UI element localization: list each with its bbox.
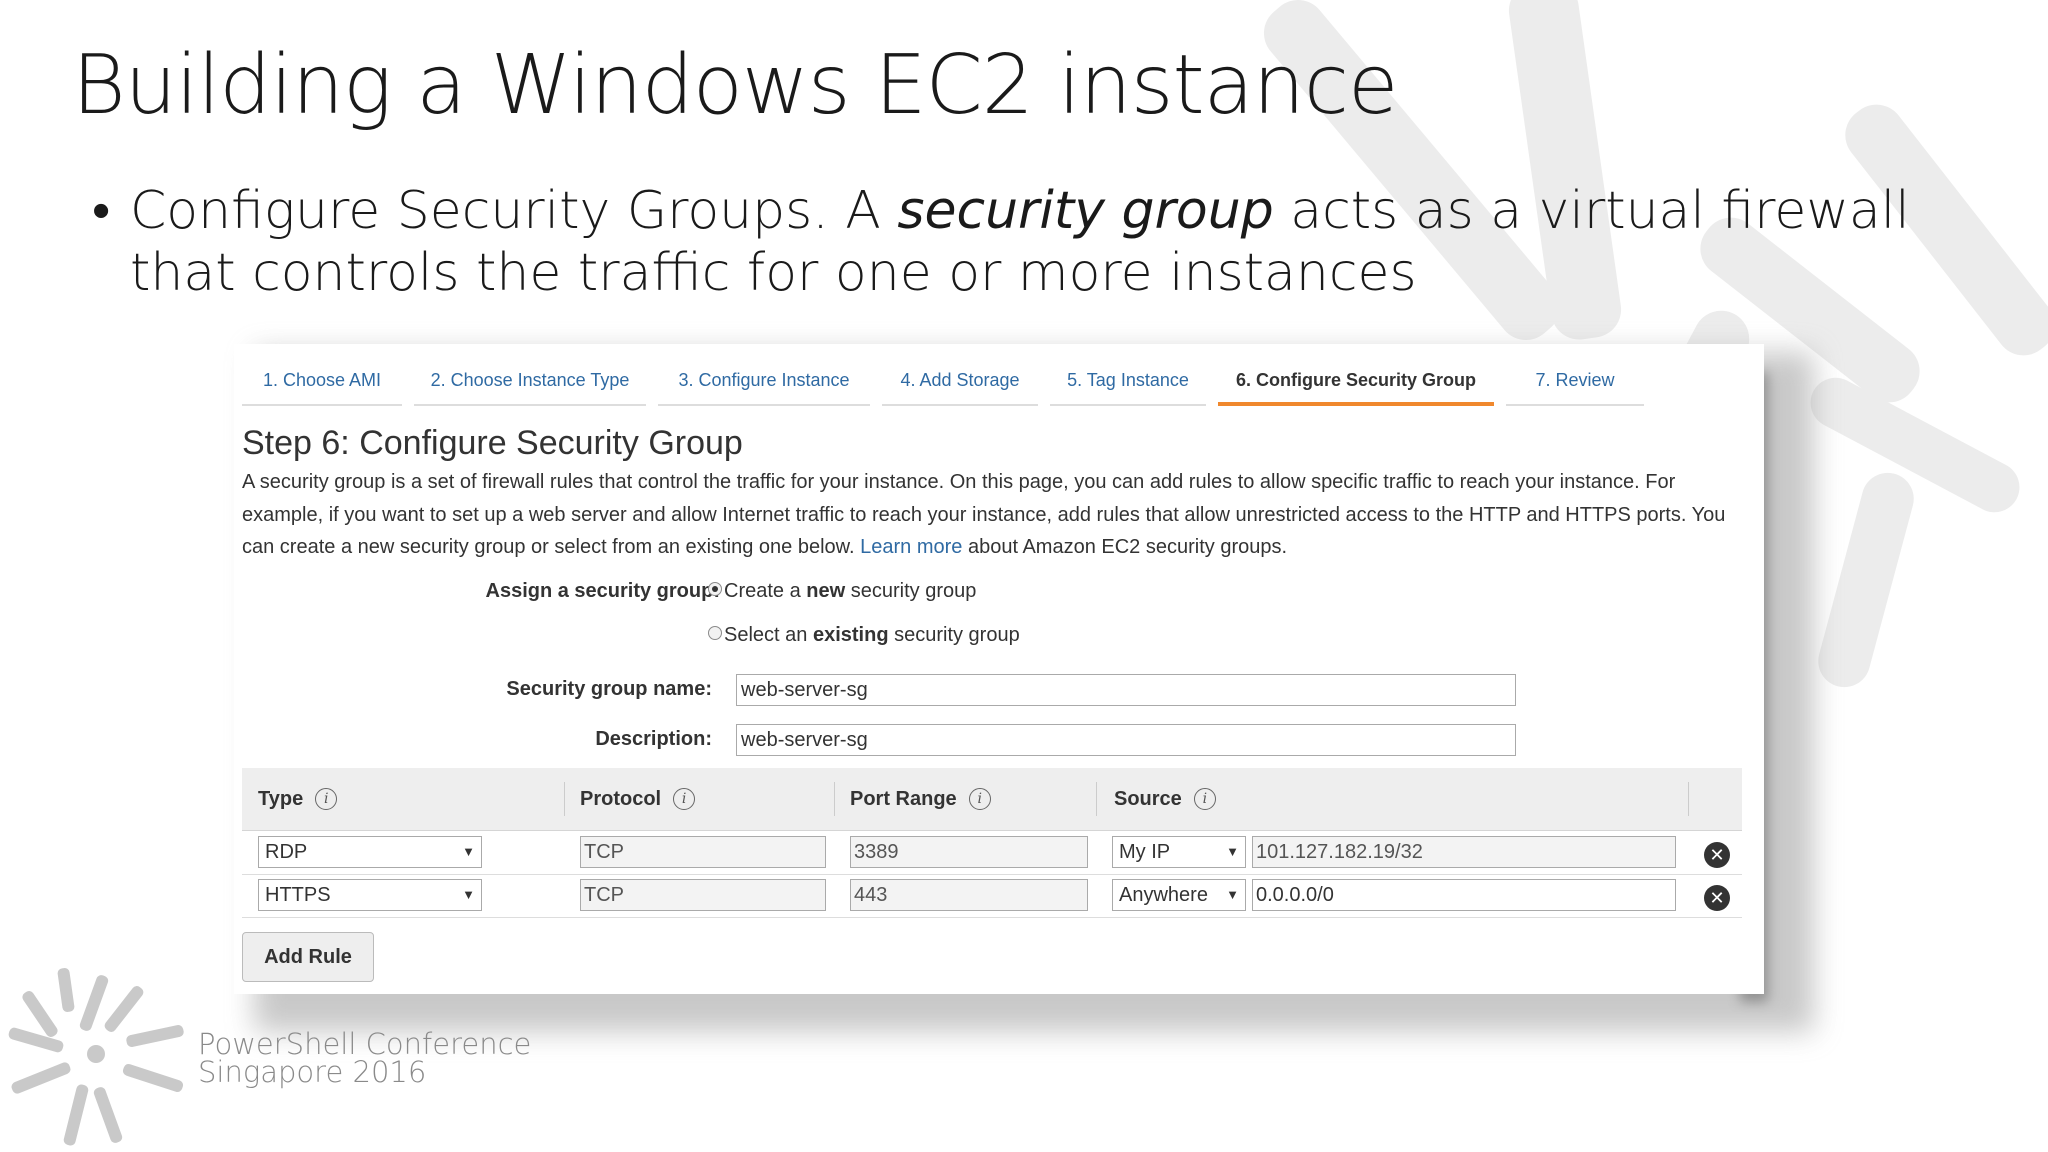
column-divider: [564, 782, 565, 816]
column-divider: [1096, 782, 1097, 816]
bullet-dot: •: [92, 181, 111, 241]
column-divider: [1688, 782, 1689, 816]
step-description: A security group is a set of firewall ru…: [242, 466, 1742, 564]
rule-port-range-field: 3389: [850, 836, 1088, 868]
slide-bullet: • Configure Security Groups. A security …: [92, 180, 1922, 304]
column-type-label: Type: [258, 788, 304, 810]
bullet-text-part: Configure Security Groups. A: [130, 181, 898, 241]
rule-source-select[interactable]: My IP ▼: [1112, 836, 1246, 868]
column-type: Type i: [258, 768, 338, 830]
conference-name: PowerShell Conference Singapore 2016: [198, 1027, 532, 1089]
tab-review[interactable]: 7. Review: [1506, 354, 1644, 406]
rule-source-value: Anywhere: [1119, 884, 1208, 906]
assign-security-group-label: Assign a security group:: [485, 580, 721, 602]
tab-tag-instance[interactable]: 5. Tag Instance: [1050, 354, 1206, 406]
radio-select-existing-button[interactable]: [708, 626, 722, 640]
slide-title: Building a Windows EC2 instance: [72, 38, 1398, 133]
radio-label-bold: new: [806, 580, 846, 602]
remove-rule-icon[interactable]: ✕: [1704, 842, 1730, 868]
description-tail: about Amazon EC2 security groups.: [967, 536, 1288, 558]
rule-type-select[interactable]: HTTPS ▼: [258, 879, 482, 911]
radio-create-new[interactable]: Create a new security group: [708, 580, 976, 603]
dropdown-arrow-icon: ▼: [1226, 844, 1239, 859]
bullet-text-italic: security group: [897, 181, 1274, 241]
rule-protocol-field: TCP: [580, 879, 826, 911]
learn-more-link[interactable]: Learn more: [860, 536, 962, 558]
table-row: HTTPS ▼ TCP 443 Anywhere ▼ 0.0.0.0/0 ✕: [242, 875, 1742, 918]
rule-source-cidr-field[interactable]: 101.127.182.19/32: [1252, 836, 1676, 868]
rule-type-select[interactable]: RDP ▼: [258, 836, 482, 868]
radio-label-bold: existing: [812, 624, 889, 646]
info-icon[interactable]: i: [315, 788, 338, 810]
rule-type-value: HTTPS: [265, 884, 331, 906]
column-port-range-label: Port Range: [850, 788, 957, 810]
dropdown-arrow-icon: ▼: [462, 887, 475, 902]
tab-choose-instance-type[interactable]: 2. Choose Instance Type: [414, 354, 646, 406]
tab-configure-security-group[interactable]: 6. Configure Security Group: [1218, 354, 1494, 406]
security-group-name-label: Security group name:: [506, 678, 712, 700]
rule-source-select[interactable]: Anywhere ▼: [1112, 879, 1246, 911]
column-divider: [834, 782, 835, 816]
conference-name-line1: PowerShell Conference: [198, 1027, 532, 1061]
step-title: Step 6: Configure Security Group: [242, 424, 743, 462]
description-label: Description:: [595, 728, 712, 750]
radio-create-new-button[interactable]: [708, 582, 722, 596]
column-source: Source i: [1114, 768, 1216, 830]
rule-source-cidr-field[interactable]: 0.0.0.0/0: [1252, 879, 1676, 911]
add-rule-button[interactable]: Add Rule: [242, 932, 374, 982]
column-protocol: Protocol i: [580, 768, 696, 830]
rule-source-value: My IP: [1119, 841, 1171, 863]
security-group-name-input[interactable]: web-server-sg: [736, 674, 1516, 706]
info-icon[interactable]: i: [968, 788, 991, 810]
rules-table-header: Type i Protocol i Port Range i Source i: [242, 768, 1742, 831]
info-icon[interactable]: i: [673, 788, 696, 810]
column-port-range: Port Range i: [850, 768, 991, 830]
tab-configure-instance[interactable]: 3. Configure Instance: [658, 354, 870, 406]
rule-type-value: RDP: [265, 841, 308, 863]
description-input[interactable]: web-server-sg: [736, 724, 1516, 756]
aws-wizard-screenshot: 1. Choose AMI 2. Choose Instance Type 3.…: [234, 344, 1764, 994]
rule-protocol-field: TCP: [580, 836, 826, 868]
dropdown-arrow-icon: ▼: [462, 844, 475, 859]
rule-port-range-field: 443: [850, 879, 1088, 911]
remove-rule-icon[interactable]: ✕: [1704, 885, 1730, 911]
table-row: RDP ▼ TCP 3389 My IP ▼ 101.127.182.19/32 ✕: [242, 832, 1742, 875]
conference-logo-icon: [8, 968, 184, 1146]
dropdown-arrow-icon: ▼: [1226, 887, 1239, 902]
column-protocol-label: Protocol: [580, 788, 662, 810]
bullet-text: Configure Security Groups. A security gr…: [130, 180, 1922, 304]
radio-label: Select an: [724, 624, 813, 646]
radio-label: Create a: [724, 580, 807, 602]
radio-label: security group: [845, 580, 977, 602]
column-source-label: Source: [1114, 788, 1182, 810]
background-shard: [1801, 368, 2029, 522]
radio-select-existing[interactable]: Select an existing security group: [708, 624, 1020, 647]
conference-name-line2: Singapore 2016: [198, 1055, 427, 1089]
info-icon[interactable]: i: [1193, 788, 1216, 810]
tab-add-storage[interactable]: 4. Add Storage: [882, 354, 1038, 406]
tab-choose-ami[interactable]: 1. Choose AMI: [242, 354, 402, 406]
radio-label: security group: [888, 624, 1020, 646]
background-shard: [1812, 467, 1920, 693]
